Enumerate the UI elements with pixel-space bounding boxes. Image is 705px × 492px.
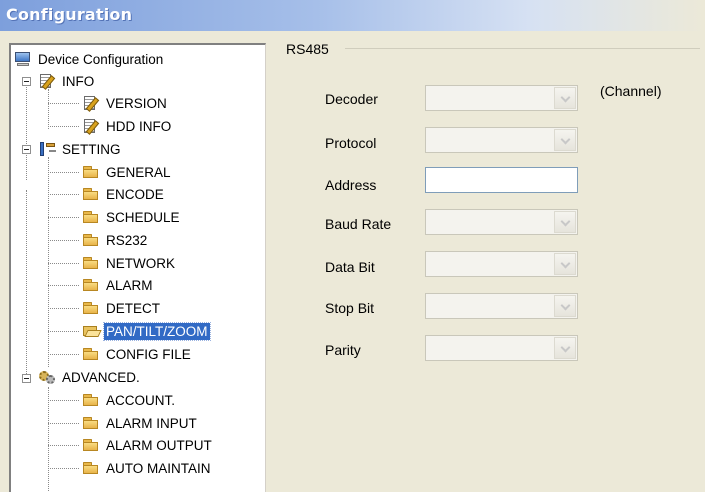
folder-icon	[82, 392, 100, 408]
stop-bit-label: Stop Bit	[325, 300, 375, 316]
tree-node-general[interactable]: GENERAL	[82, 162, 173, 182]
folder-open-icon	[82, 323, 100, 339]
tree-node-label: DETECT	[106, 300, 160, 316]
tree-node-label: ALARM INPUT	[106, 415, 197, 431]
chevron-down-icon[interactable]	[554, 295, 576, 317]
tree-node-label: HDD INFO	[106, 118, 172, 134]
collapse-advanced-toggle[interactable]	[22, 374, 31, 383]
tree-node-label: ADVANCED.	[62, 369, 140, 385]
tree-node-config-file[interactable]: CONFIG FILE	[82, 344, 193, 364]
collapse-setting-toggle[interactable]	[22, 145, 31, 154]
tree-node-label: CONFIG FILE	[106, 346, 191, 362]
baud-rate-label: Baud Rate	[325, 216, 392, 232]
gears-icon	[38, 369, 56, 385]
folder-icon	[82, 300, 100, 316]
tree-node-alarm[interactable]: ALARM	[82, 275, 155, 295]
folder-icon	[82, 164, 100, 180]
tree-node-label: INFO	[62, 73, 95, 89]
protocol-select[interactable]	[425, 127, 578, 153]
tree-node-version[interactable]: VERSION	[82, 93, 169, 113]
chevron-down-icon[interactable]	[554, 337, 576, 359]
config-tree[interactable]: Device Configuration INFO VERSION HDD IN…	[9, 43, 266, 492]
tree-node-label: Device Configuration	[38, 51, 164, 67]
chevron-down-icon[interactable]	[554, 129, 576, 151]
tree-node-auto-maintain[interactable]: AUTO MAINTAIN	[82, 458, 213, 478]
tree-node-alarm-output[interactable]: ALARM OUTPUT	[82, 435, 214, 455]
tree-node-label: ALARM	[106, 277, 153, 293]
title-bar: Configuration	[0, 0, 705, 31]
tree-node-pan-tilt-zoom[interactable]: PAN/TILT/ZOOM	[82, 321, 211, 341]
address-input[interactable]	[425, 167, 578, 193]
folder-icon	[82, 186, 100, 202]
computer-icon	[14, 51, 32, 67]
baud-rate-select[interactable]	[425, 209, 578, 235]
tree-node-schedule[interactable]: SCHEDULE	[82, 207, 182, 227]
tree-node-advanced[interactable]: ADVANCED.	[38, 367, 142, 387]
tree-node-label: ENCODE	[106, 186, 164, 202]
folder-icon	[82, 460, 100, 476]
group-divider	[345, 48, 700, 49]
address-label: Address	[325, 177, 377, 193]
parity-label: Parity	[325, 342, 361, 358]
chevron-down-icon[interactable]	[554, 253, 576, 275]
window-title: Configuration	[6, 5, 133, 24]
folder-icon	[82, 209, 100, 225]
folder-icon	[82, 415, 100, 431]
tree-node-label: ALARM OUTPUT	[106, 437, 212, 453]
data-bit-label: Data Bit	[325, 259, 375, 275]
tree-node-label: VERSION	[106, 95, 167, 111]
tree-node-rs232[interactable]: RS232	[82, 230, 149, 250]
tree-node-setting[interactable]: SETTING	[38, 139, 123, 159]
tree-node-encode[interactable]: ENCODE	[82, 184, 166, 204]
folder-icon	[82, 255, 100, 271]
tree-node-info[interactable]: INFO	[38, 71, 96, 91]
tree-node-label: SETTING	[62, 141, 121, 157]
decoder-label: Decoder	[325, 91, 378, 107]
folder-icon	[82, 346, 100, 362]
tree-node-label: NETWORK	[106, 255, 175, 271]
doc-edit-icon	[38, 73, 56, 89]
tree-node-device-configuration[interactable]: Device Configuration	[14, 49, 165, 69]
tree-node-label: GENERAL	[106, 164, 171, 180]
folder-icon	[82, 277, 100, 293]
tree-node-hdd-info[interactable]: HDD INFO	[82, 116, 173, 136]
tree-node-label: ACCOUNT.	[106, 392, 176, 408]
data-bit-select[interactable]	[425, 251, 578, 277]
tree-node-label: AUTO MAINTAIN	[106, 460, 211, 476]
tree-node-account[interactable]: ACCOUNT.	[82, 390, 177, 410]
collapse-info-toggle[interactable]	[22, 77, 31, 86]
tools-icon	[38, 141, 56, 157]
decoder-select[interactable]	[425, 85, 578, 111]
chevron-down-icon[interactable]	[554, 87, 576, 109]
tree-node-label: SCHEDULE	[106, 209, 180, 225]
tree-node-label-selected: PAN/TILT/ZOOM	[103, 321, 211, 341]
parity-select[interactable]	[425, 335, 578, 361]
tree-node-detect[interactable]: DETECT	[82, 298, 162, 318]
rs485-group-label: RS485	[286, 41, 333, 57]
chevron-down-icon[interactable]	[554, 211, 576, 233]
doc-edit-icon	[82, 95, 100, 111]
tree-node-label: RS232	[106, 232, 148, 248]
tree-node-alarm-input[interactable]: ALARM INPUT	[82, 413, 199, 433]
doc-edit-icon	[82, 118, 100, 134]
stop-bit-select[interactable]	[425, 293, 578, 319]
folder-icon	[82, 232, 100, 248]
tree-node-network[interactable]: NETWORK	[82, 253, 177, 273]
folder-icon	[82, 437, 100, 453]
protocol-label: Protocol	[325, 135, 377, 151]
channel-label: (Channel)	[600, 83, 662, 99]
